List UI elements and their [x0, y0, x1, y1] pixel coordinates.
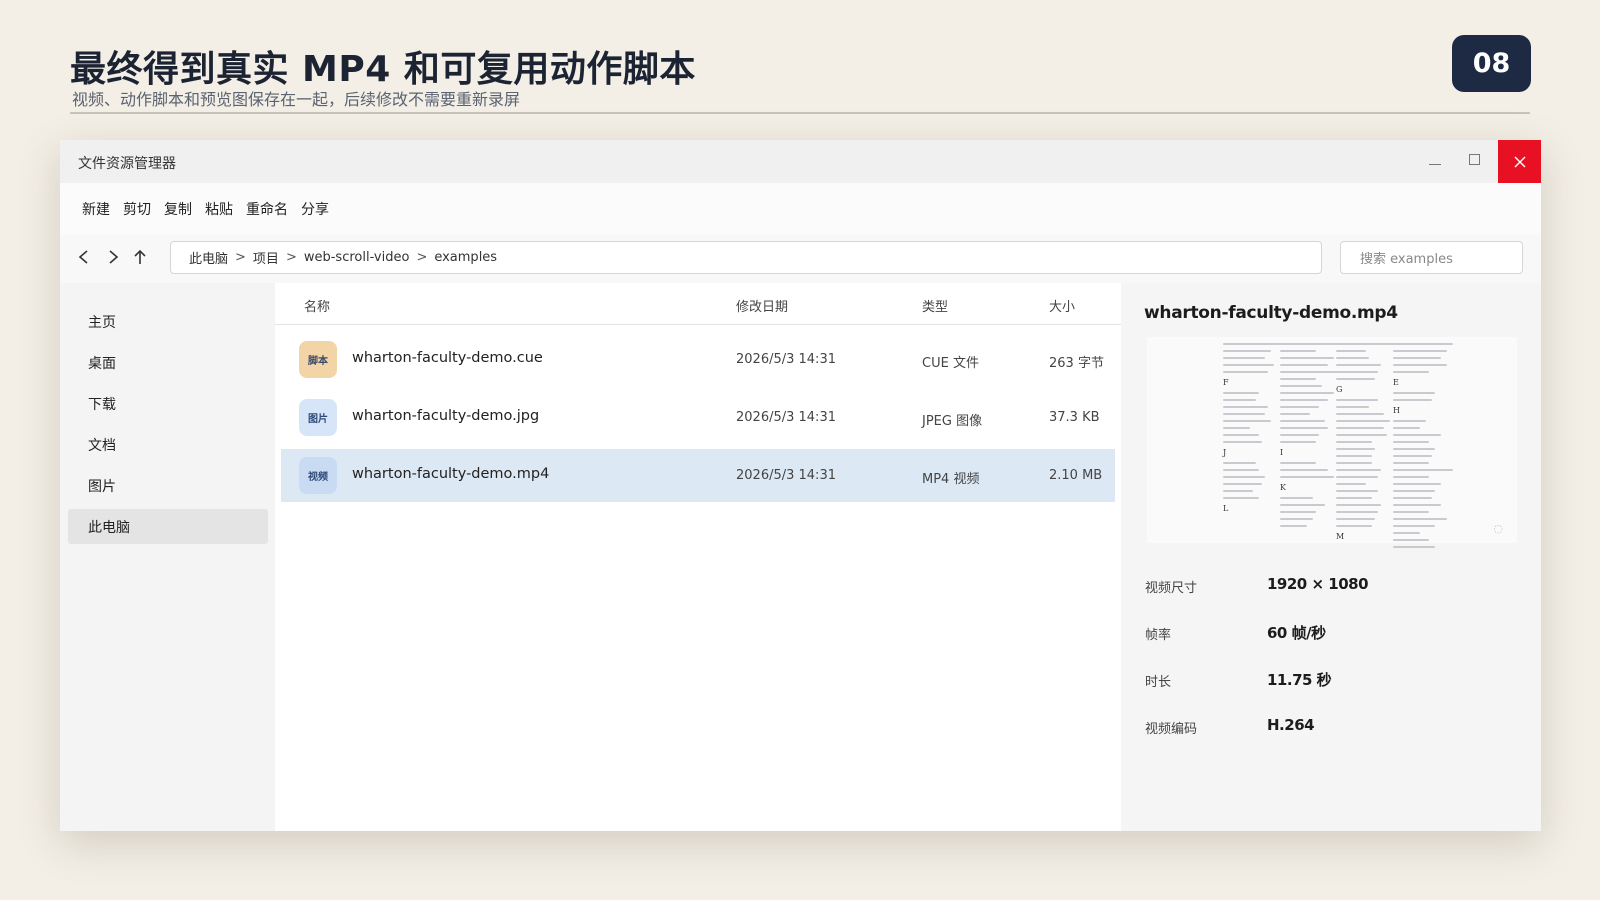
slide-subtitle: 视频、动作脚本和预览图保存在一起，后续修改不需要重新录屏: [72, 90, 521, 109]
sidebar-item-documents[interactable]: 文档: [68, 427, 268, 462]
column-header-size[interactable]: 大小: [1049, 296, 1075, 315]
thumb-column: F J L: [1223, 343, 1283, 518]
image-file-icon: 图片: [299, 399, 337, 436]
maximize-icon: [1469, 154, 1480, 165]
breadcrumb-project[interactable]: 项目: [253, 248, 279, 267]
close-button[interactable]: [1498, 140, 1541, 183]
file-list: 名称 修改日期 类型 大小 脚本 wharton-faculty-demo.cu…: [275, 283, 1121, 831]
breadcrumb-separator: >: [285, 250, 297, 265]
command-toolbar: 新建 剪切 复制 粘贴 重命名 分享: [60, 183, 1541, 235]
cut-button[interactable]: 剪切: [123, 199, 151, 219]
page-number-badge: 08: [1452, 35, 1531, 92]
thumb-letter: H: [1393, 406, 1400, 415]
sidebar-item-this-pc[interactable]: 此电脑: [68, 509, 268, 544]
sidebar-item-downloads[interactable]: 下载: [68, 386, 268, 421]
copy-button[interactable]: 复制: [164, 199, 192, 219]
breadcrumb-separator: >: [235, 250, 246, 265]
thumb-letter: G: [1336, 385, 1343, 394]
back-button[interactable]: [72, 245, 96, 269]
column-header-date[interactable]: 修改日期: [736, 296, 788, 315]
breadcrumb-this-pc[interactable]: 此电脑: [189, 248, 228, 267]
script-file-icon: 脚本: [299, 341, 337, 378]
preview-filename: wharton-faculty-demo.mp4: [1144, 303, 1398, 323]
sidebar-item-pictures[interactable]: 图片: [68, 468, 268, 503]
preview-pane: wharton-faculty-demo.mp4 F J L I K G M E…: [1121, 283, 1541, 831]
file-type: MP4 视频: [922, 472, 980, 487]
file-name: wharton-faculty-demo.jpg: [352, 408, 540, 424]
window-title: 文件资源管理器: [78, 156, 176, 172]
minimize-button[interactable]: [1413, 140, 1456, 183]
title-bar: 文件资源管理器: [60, 140, 1541, 183]
meta-label-framerate: 帧率: [1145, 628, 1172, 643]
forward-button[interactable]: [101, 245, 125, 269]
thumb-letter: E: [1393, 378, 1399, 387]
thumb-column: G M: [1336, 343, 1396, 546]
file-type: JPEG 图像: [922, 414, 983, 429]
new-button[interactable]: 新建: [82, 199, 110, 219]
breadcrumb-separator: >: [416, 250, 428, 265]
thumb-letter: I: [1280, 448, 1284, 457]
column-header-type[interactable]: 类型: [922, 296, 948, 315]
paste-button[interactable]: 粘贴: [205, 199, 233, 219]
file-size: 37.3 KB: [1049, 410, 1100, 425]
thumb-letter: J: [1223, 448, 1227, 457]
file-name: wharton-faculty-demo.cue: [352, 350, 543, 366]
meta-value-duration: 11.75 秒: [1267, 671, 1332, 689]
address-bar[interactable]: 此电脑 > 项目 > web-scroll-video > examples: [170, 241, 1322, 274]
up-arrow-icon: [134, 249, 146, 264]
back-arrow-icon: [78, 250, 88, 264]
file-date: 2026/5/3 14:31: [736, 352, 836, 367]
video-file-icon: 视频: [299, 457, 337, 494]
file-size: 263 字节: [1049, 356, 1104, 371]
slide-divider: [70, 112, 1530, 114]
meta-label-codec: 视频编码: [1145, 722, 1198, 737]
sidebar-item-desktop[interactable]: 桌面: [68, 345, 268, 380]
up-button[interactable]: [128, 245, 152, 269]
meta-label-dimensions: 视频尺寸: [1145, 581, 1198, 596]
file-name: wharton-faculty-demo.mp4: [352, 466, 550, 482]
column-header-name[interactable]: 名称: [304, 296, 330, 315]
file-row-selected[interactable]: 视频 wharton-faculty-demo.mp4 2026/5/3 14:…: [281, 449, 1115, 502]
file-size: 2.10 MB: [1049, 468, 1103, 483]
breadcrumb-web-scroll-video[interactable]: web-scroll-video: [304, 250, 410, 265]
sidebar-item-home[interactable]: 主页: [68, 304, 268, 339]
minimize-icon: [1428, 164, 1441, 165]
file-explorer-window: 文件资源管理器 新建 剪切 复制 粘贴 重命名 分享 此电脑 > 项目 > we…: [60, 140, 1541, 831]
sidebar: 主页 桌面 下载 文档 图片 此电脑: [60, 283, 275, 831]
thumb-letter: F: [1223, 378, 1229, 387]
slide-title: 最终得到真实 MP4 和可复用动作脚本: [70, 49, 696, 90]
thumb-column: I K: [1280, 343, 1340, 532]
file-row[interactable]: 脚本 wharton-faculty-demo.cue 2026/5/3 14:…: [281, 333, 1115, 386]
forward-arrow-icon: [109, 250, 119, 264]
file-date: 2026/5/3 14:31: [736, 468, 836, 483]
thumb-column: E H: [1393, 343, 1453, 553]
header-divider: [275, 324, 1121, 325]
meta-value-dimensions: 1920 × 1080: [1267, 575, 1369, 593]
thumb-letter: M: [1336, 532, 1345, 541]
video-thumbnail: F J L I K G M E H ◌: [1147, 337, 1517, 548]
file-row[interactable]: 图片 wharton-faculty-demo.jpg 2026/5/3 14:…: [281, 391, 1115, 444]
file-type: CUE 文件: [922, 356, 979, 371]
search-input[interactable]: 搜索 examples: [1340, 241, 1523, 274]
rename-button[interactable]: 重命名: [246, 199, 288, 219]
meta-value-codec: H.264: [1267, 716, 1315, 734]
meta-label-duration: 时长: [1145, 675, 1172, 690]
navigation-bar: 此电脑 > 项目 > web-scroll-video > examples 搜…: [60, 235, 1541, 283]
thumb-letter: L: [1223, 504, 1229, 513]
watermark-icon: ◌: [1493, 522, 1503, 535]
thumb-letter: K: [1280, 483, 1286, 492]
file-date: 2026/5/3 14:31: [736, 410, 836, 425]
close-icon: [1514, 156, 1525, 167]
meta-value-framerate: 60 帧/秒: [1267, 624, 1326, 642]
breadcrumb-examples[interactable]: examples: [434, 250, 497, 265]
maximize-button[interactable]: [1453, 140, 1496, 183]
share-button[interactable]: 分享: [301, 199, 329, 219]
